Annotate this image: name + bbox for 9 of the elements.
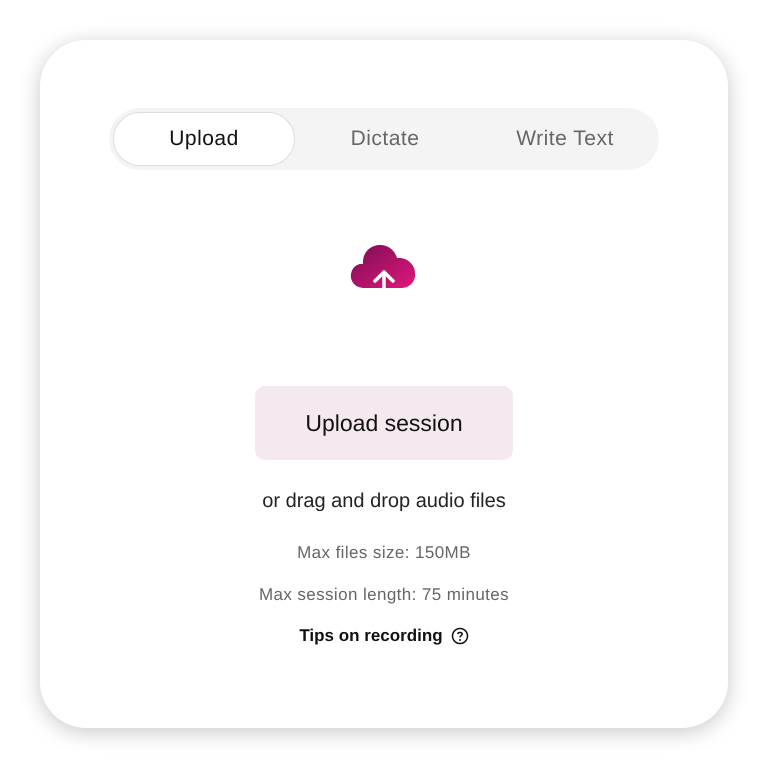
help-icon[interactable]: [450, 626, 469, 645]
tips-link[interactable]: Tips on recording: [299, 623, 443, 648]
limit-text: Max session length: 75 minutes: [258, 584, 510, 606]
tab[interactable]: Write Text: [475, 112, 655, 166]
limit-text: Max files size: 150MB: [297, 542, 471, 564]
tab[interactable]: Dictate: [295, 112, 475, 166]
upload-session-button[interactable]: Upload session: [255, 386, 513, 460]
drop-hint: or drag and drop audio files: [261, 489, 507, 514]
tab[interactable]: Upload: [113, 112, 295, 166]
